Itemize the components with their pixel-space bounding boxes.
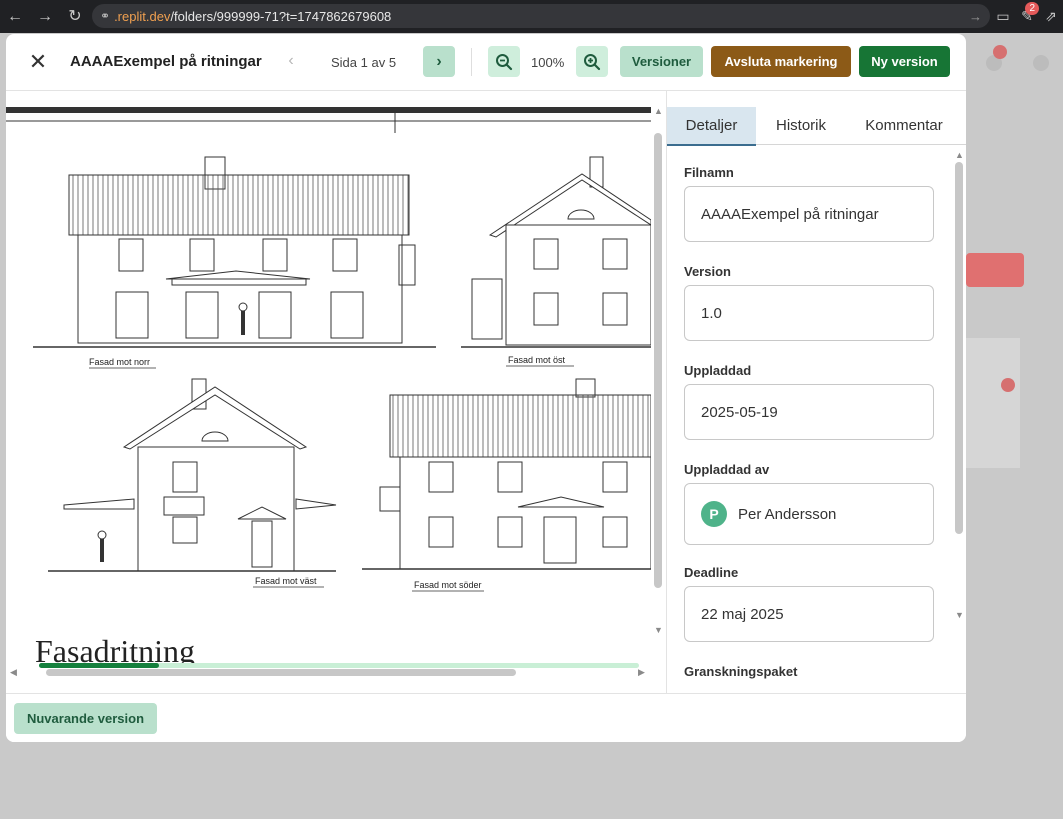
address-bar[interactable]: ⚭ .replit.dev /folders/999999-71?t=17478… (92, 4, 990, 28)
uploaded-by-label: Uppladdad av (684, 462, 770, 477)
bg-status-dot (1001, 378, 1015, 392)
current-version-button[interactable]: Nuvarande version (14, 703, 157, 734)
zoom-out-icon (496, 53, 513, 70)
scroll-right-icon[interactable]: ▶ (638, 667, 645, 678)
uploaded-by-field[interactable]: P Per Andersson (684, 483, 934, 545)
divider (471, 48, 472, 76)
version-field[interactable]: 1.0 (684, 285, 934, 341)
bg-settings-icon (1033, 55, 1049, 71)
scroll-up-icon[interactable]: ▲ (654, 106, 663, 116)
zoom-in-icon (584, 53, 601, 70)
east-elevation: Fasad mot öst (461, 156, 651, 367)
tab-comments[interactable]: Kommentar (857, 107, 951, 144)
zoom-out-button[interactable] (488, 46, 520, 77)
uploaded-field[interactable]: 2025-05-19 (684, 384, 934, 440)
scroll-left-icon[interactable]: ◀ (10, 667, 17, 678)
north-elevation: Fasad mot norr (33, 156, 436, 369)
open-external-icon[interactable]: ⇗ (1039, 8, 1063, 25)
elevation-drawing: Fasad mot norr Fasad mot öst Fasad mot v… (6, 107, 651, 667)
back-icon[interactable]: ← (0, 0, 30, 33)
modal-header: ✕ AAAAExempel på ritningar ‹ Sida 1 av 5… (6, 34, 966, 91)
viewer-scroll-thumb[interactable] (654, 133, 662, 588)
panel-scrollbar[interactable]: ▲ ▼ (953, 148, 965, 668)
viewer-vertical-scrollbar[interactable]: ▲ ▼ (652, 106, 664, 663)
details-panel: Detaljer Historik Kommentar Filnamn AAAA… (666, 91, 966, 693)
version-label: Version (684, 264, 731, 279)
bg-card (966, 338, 1020, 468)
document-viewer-modal: ✕ AAAAExempel på ritningar ‹ Sida 1 av 5… (6, 34, 966, 742)
review-package-label: Granskningspaket (684, 664, 798, 679)
document-canvas[interactable]: Fasad mot norr Fasad mot öst Fasad mot v… (6, 91, 666, 693)
filename-field[interactable]: AAAAExempel på ritningar (684, 186, 934, 242)
extension-badge: 2 (1025, 2, 1039, 15)
panel-scroll-thumb[interactable] (955, 162, 963, 534)
go-icon[interactable]: → (969, 9, 982, 24)
bg-badge (993, 45, 1007, 59)
panel-tabs: Detaljer Historik Kommentar (667, 107, 966, 146)
site-info-icon[interactable]: ⚭ (100, 9, 110, 23)
document-title: AAAAExempel på ritningar (70, 53, 262, 70)
panel-scroll-down-icon[interactable]: ▼ (955, 610, 964, 620)
viewer-horizontal-thumb[interactable] (46, 669, 516, 676)
reload-icon[interactable]: ↻ (60, 0, 90, 33)
deadline-field[interactable]: 22 maj 2025 (684, 586, 934, 642)
end-markup-button[interactable]: Avsluta markering (711, 46, 851, 77)
south-elevation: Fasad mot söder (362, 378, 651, 592)
south-label: Fasad mot söder (414, 580, 482, 590)
west-label: Fasad mot väst (255, 576, 317, 586)
viewer-horizontal-scrollbar[interactable]: ◀ ▶ (6, 665, 651, 679)
url-domain: .replit.dev (114, 8, 171, 24)
filename-label: Filnamn (684, 165, 734, 180)
details-fields: Filnamn AAAAExempel på ritningar Version… (667, 146, 955, 693)
uploaded-by-name: Per Andersson (738, 505, 837, 523)
forward-icon[interactable]: → (30, 0, 60, 33)
east-label: Fasad mot öst (508, 355, 566, 365)
next-page-button[interactable]: › (423, 46, 455, 77)
versions-button[interactable]: Versioner (620, 46, 703, 77)
zoom-in-button[interactable] (576, 46, 608, 77)
uploaded-label: Uppladdad (684, 363, 752, 378)
close-icon[interactable]: ✕ (26, 48, 50, 76)
url-path: /folders/999999-71?t=1747862679608 (170, 8, 392, 24)
browser-toolbar: ← → ↻ ⚭ .replit.dev /folders/999999-71?t… (0, 0, 1063, 33)
modal-footer: Nuvarande version (6, 693, 966, 742)
sheet-title: Fasadritning (35, 633, 195, 667)
north-label: Fasad mot norr (89, 357, 150, 367)
new-version-button[interactable]: Ny version (859, 46, 950, 77)
deadline-label: Deadline (684, 565, 739, 580)
previous-page-button[interactable]: ‹ (276, 46, 306, 76)
bg-action-button (966, 253, 1024, 287)
screen-cast-icon[interactable]: ▭ (991, 8, 1015, 25)
tab-history[interactable]: Historik (763, 107, 839, 144)
extension-icon[interactable]: ✎ 2 (1015, 2, 1039, 25)
scroll-down-icon[interactable]: ▼ (654, 625, 663, 635)
tab-details[interactable]: Detaljer (667, 107, 756, 146)
zoom-level: 100% (531, 55, 565, 70)
west-elevation: Fasad mot väst (48, 378, 337, 588)
page-indicator: Sida 1 av 5 (331, 55, 397, 70)
avatar: P (701, 501, 727, 527)
panel-scroll-up-icon[interactable]: ▲ (955, 150, 964, 160)
